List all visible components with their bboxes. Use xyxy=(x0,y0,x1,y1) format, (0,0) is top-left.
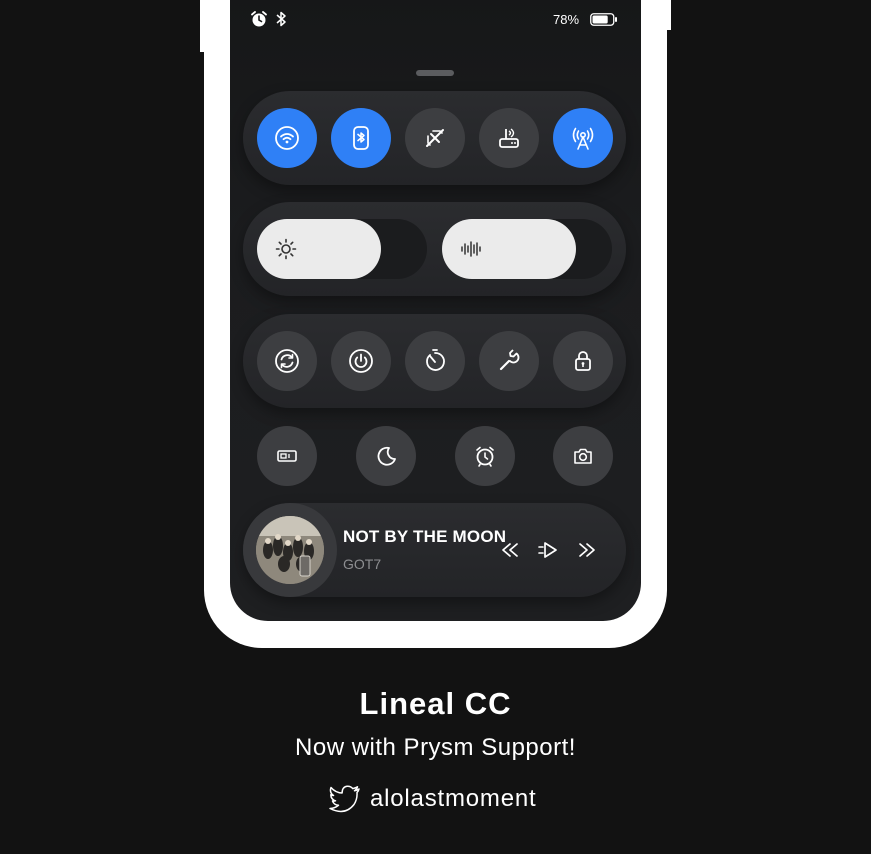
router-icon xyxy=(499,128,519,148)
song-artist: GOT7 xyxy=(343,556,382,572)
camera-icon xyxy=(574,448,592,464)
battery-percent: 78% xyxy=(553,12,580,27)
cellular-toggle[interactable] xyxy=(553,108,613,168)
now-playing-module: NOT BY THE MOON GOT7 xyxy=(243,503,626,597)
power-toggle[interactable] xyxy=(331,331,391,391)
power-icon xyxy=(349,349,373,373)
twitter-credit[interactable]: alolastmoment xyxy=(328,782,536,816)
play-icon[interactable] xyxy=(537,539,559,561)
battery-icon xyxy=(590,13,617,26)
promo-subtitle: Now with Prysm Support! xyxy=(295,734,576,761)
timer-toggle[interactable] xyxy=(405,331,465,391)
brightness-slider[interactable] xyxy=(257,219,427,279)
airplane-mode-toggle[interactable] xyxy=(405,108,465,168)
wrench-icon xyxy=(499,349,520,371)
album-art-image xyxy=(256,516,324,584)
lock-icon xyxy=(575,351,591,371)
sound-wave-icon xyxy=(461,241,481,257)
control-center-screen: 78% NOT BY THE MOON GOT7 xyxy=(230,0,641,621)
screen-record-icon xyxy=(277,450,297,462)
utility-module xyxy=(243,314,626,408)
song-title: NOT BY THE MOON xyxy=(343,527,507,546)
timer-icon xyxy=(426,349,445,371)
alarm-clock-icon xyxy=(476,446,494,467)
rewind-icon[interactable] xyxy=(499,539,521,561)
bluetooth-toggle[interactable] xyxy=(331,108,391,168)
phone-frame-edge xyxy=(200,0,230,52)
rotation-icon xyxy=(275,349,299,373)
camera-toggle[interactable] xyxy=(553,426,613,486)
alarm-icon xyxy=(251,11,267,27)
connectivity-module xyxy=(243,91,626,185)
wifi-toggle[interactable] xyxy=(257,108,317,168)
phone-frame-edge xyxy=(641,0,671,30)
twitter-handle: alolastmoment xyxy=(370,785,537,812)
moon-icon xyxy=(377,446,396,466)
wifi-icon xyxy=(275,126,299,150)
bluetooth-status-icon xyxy=(276,11,286,27)
status-bar: 78% xyxy=(230,0,641,40)
sliders-module xyxy=(243,202,626,296)
cellular-antenna-icon xyxy=(572,127,594,150)
bluetooth-icon xyxy=(353,126,369,150)
lock-toggle[interactable] xyxy=(553,331,613,391)
album-art[interactable] xyxy=(256,516,324,584)
do-not-disturb-toggle[interactable] xyxy=(356,426,416,486)
volume-slider[interactable] xyxy=(442,219,612,279)
alarm-toggle[interactable] xyxy=(455,426,515,486)
airplane-mode-icon xyxy=(426,129,444,147)
screen-record-toggle[interactable] xyxy=(257,426,317,486)
rotation-lock-toggle[interactable] xyxy=(257,331,317,391)
grabber-handle[interactable] xyxy=(416,70,454,76)
fast-forward-icon[interactable] xyxy=(576,539,598,561)
sun-icon xyxy=(275,238,297,260)
router-toggle[interactable] xyxy=(479,108,539,168)
extra-toggles-row xyxy=(230,426,641,486)
promo-title: Lineal CC xyxy=(359,686,512,721)
tools-toggle[interactable] xyxy=(479,331,539,391)
twitter-bird-icon xyxy=(329,785,360,813)
